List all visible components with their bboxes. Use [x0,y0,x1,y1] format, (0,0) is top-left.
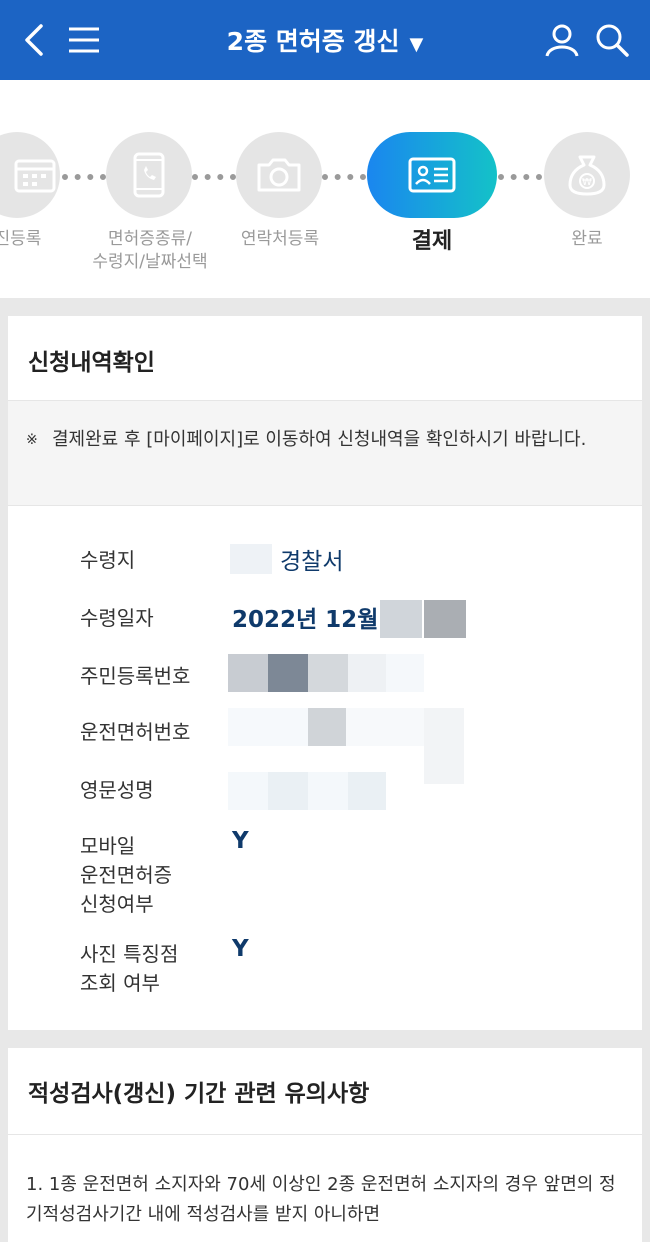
step-connector [62,174,106,180]
redacted-block [386,654,424,692]
page-title: 2종 면허증 갱신 [226,27,400,56]
menu-icon[interactable] [62,18,106,62]
step-2-circle [106,132,192,218]
redacted-block [228,772,268,810]
phone-icon [133,152,165,198]
redacted-block [380,600,422,638]
label-photo-lookup: 사진 특징점 조회 여부 [80,942,179,995]
back-icon[interactable] [12,18,56,62]
redacted-block [308,772,348,810]
step-3-circle [236,132,322,218]
value-photo-lookup: Y [232,936,249,962]
notice-text: 결제완료 후 [마이페이지]로 이동하여 신청내역을 확인하시기 바랍니다. [52,429,587,450]
label-english-name: 영문성명 [80,778,154,802]
application-summary-card: 신청내역확인 ※ 결제완료 후 [마이페이지]로 이동하여 신청내역을 확인하시… [8,316,642,1030]
aptitude-title: 적성검사(갱신) 기간 관련 유의사항 [28,1081,370,1107]
redacted-block [268,772,308,810]
aptitude-notice-card: 적성검사(갱신) 기간 관련 유의사항 1. 1종 운전면허 소지자와 70세 … [8,1048,642,1242]
step-progress: ₩ 진등록 면허증종류/ 수령지/날짜선택 연락처등록 결제 완료 [0,80,650,298]
user-icon[interactable] [540,18,584,62]
divider [8,1134,642,1135]
step-connector [322,174,366,180]
step-5-circle: ₩ [544,132,630,218]
label-license-number: 운전면허번호 [80,720,191,744]
redacted-block [424,600,466,638]
chevron-down-icon: ▼ [409,34,424,55]
redacted-block [346,708,424,746]
label-pickup-date: 수령일자 [80,606,154,630]
redacted-block [268,654,308,692]
value-mobile-license: Y [232,828,249,854]
step-3-label: 연락처등록 [240,229,320,249]
redacted-block [424,708,464,784]
camera-icon [257,158,301,192]
step-1-label: 진등록 [0,229,42,249]
calendar-icon [14,159,56,193]
redacted-block [230,544,272,574]
step-5-label: 완료 [571,229,603,249]
aptitude-text: 1. 1종 운전면허 소지자와 70세 이상인 2종 운전면허 소지자의 경우 … [26,1174,616,1225]
notice-box: ※ 결제완료 후 [마이페이지]로 이동하여 신청내역을 확인하시기 바랍니다. [8,400,642,506]
step-4-circle-active [367,132,497,218]
step-connector [498,174,542,180]
label-resident-number: 주민등록번호 [80,664,191,688]
id-card-icon [408,157,456,193]
section-title: 신청내역확인 [28,350,155,376]
label-mobile-license: 모바일 운전면허증 신청여부 [80,834,172,916]
label-pickup-place: 수령지 [80,548,136,572]
step-1-circle [0,132,60,218]
redacted-block [348,654,386,692]
step-2-label: 면허증종류/ 수령지/날짜선택 [92,229,208,272]
redacted-block [228,708,308,746]
coin-bag-icon: ₩ [568,155,606,196]
search-icon[interactable] [590,18,634,62]
redacted-block [228,654,268,692]
page-title-dropdown[interactable]: 2종 면허증 갱신 ▼ [150,22,500,58]
redacted-block [348,772,386,810]
value-pickup-date: 2022년 12월 [232,607,379,633]
step-connector [192,174,236,180]
app-header: 2종 면허증 갱신 ▼ [0,0,650,80]
notice-mark: ※ [26,432,38,448]
svg-text:₩: ₩ [582,177,592,188]
redacted-block [308,708,346,746]
step-4-label: 결제 [411,229,453,254]
value-pickup-place: 경찰서 [280,549,344,575]
redacted-block [308,654,348,692]
